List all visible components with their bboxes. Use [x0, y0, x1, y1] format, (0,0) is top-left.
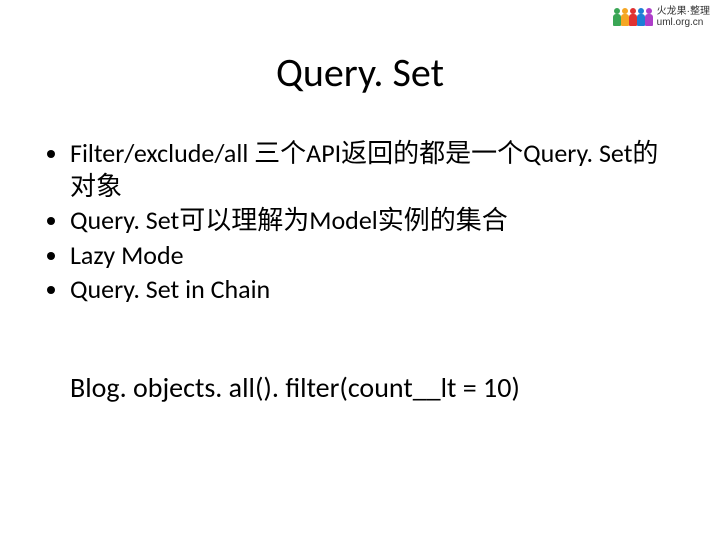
logo-line2: uml.org.cn	[657, 17, 710, 28]
list-item: Query. Set in Chain	[70, 273, 672, 306]
slide: 火龙果·整理 uml.org.cn Query. Set Filter/excl…	[0, 0, 720, 540]
code-example: Blog. objects. all(). filter(count__lt =…	[70, 370, 680, 405]
list-item: Filter/exclude/all 三个API返回的都是一个Query. Se…	[70, 137, 672, 202]
list-item: Query. Set可以理解为Model实例的集合	[70, 204, 672, 237]
slide-body: Filter/exclude/all 三个API返回的都是一个Query. Se…	[48, 135, 672, 308]
logo-line1: 火龙果·整理	[657, 6, 710, 17]
logo-text: 火龙果·整理 uml.org.cn	[657, 6, 710, 28]
people-icon	[613, 8, 653, 26]
brand-logo: 火龙果·整理 uml.org.cn	[613, 6, 710, 28]
bullet-list: Filter/exclude/all 三个API返回的都是一个Query. Se…	[48, 137, 672, 306]
slide-title: Query. Set	[0, 48, 720, 97]
list-item: Lazy Mode	[70, 239, 672, 272]
